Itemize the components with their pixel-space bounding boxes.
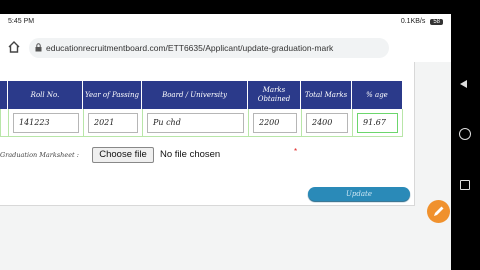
page-content: Roll No. Year of Passing Board / Univers…	[0, 62, 451, 270]
form-card: Roll No. Year of Passing Board / Univers…	[0, 62, 415, 206]
battery-indicator: 58	[430, 19, 443, 25]
board-university-input[interactable]: Pu chd	[147, 113, 244, 133]
table-cell: 2021	[83, 109, 142, 137]
status-right: 0.1KB/s 58	[401, 18, 443, 25]
marksheet-upload-row: Graduation Marksheet : Choose file No fi…	[0, 147, 400, 163]
edit-pencil-icon	[434, 206, 444, 216]
table-cell-cut	[0, 109, 8, 137]
header-percentage: % age	[352, 81, 403, 109]
table-cell: 141223	[8, 109, 83, 137]
home-icon[interactable]	[7, 40, 21, 54]
table-cell: 2400	[301, 109, 352, 137]
percentage-input[interactable]: 91.67	[357, 113, 398, 133]
header-cell-cut	[0, 81, 8, 109]
table-cell: 2200	[248, 109, 301, 137]
header-total-marks: Total Marks	[301, 81, 352, 109]
phone-screen: 5:45 PM 0.1KB/s 58 educationrecruitmentb…	[0, 0, 451, 270]
nav-home-icon[interactable]	[459, 128, 471, 140]
choose-file-button[interactable]: Choose file	[92, 147, 154, 163]
update-button[interactable]: Update	[308, 187, 410, 201]
url-text: educationrecruitmentboard.com/ETT6635/Ap…	[46, 43, 334, 53]
status-time: 5:45 PM	[8, 18, 35, 25]
table-cell: Pu chd	[142, 109, 248, 137]
marks-obtained-input[interactable]: 2200	[253, 113, 297, 133]
nav-recents-icon[interactable]	[460, 180, 470, 190]
header-board-university: Board / University	[142, 81, 248, 109]
header-year-of-passing: Year of Passing	[83, 81, 142, 109]
network-speed: 0.1KB/s	[400, 18, 426, 25]
total-marks-input[interactable]: 2400	[306, 113, 348, 133]
year-of-passing-input[interactable]: 2021	[88, 113, 138, 133]
marksheet-label: Graduation Marksheet :	[0, 151, 79, 159]
browser-toolbar: educationrecruitmentboard.com/ETT6635/Ap…	[0, 34, 451, 88]
header-roll-no: Roll No.	[8, 81, 83, 109]
file-status-text: No file chosen	[160, 149, 221, 160]
top-black-bar	[0, 0, 451, 14]
address-bar[interactable]: educationrecruitmentboard.com/ETT6635/Ap…	[29, 38, 389, 58]
status-bar: 5:45 PM 0.1KB/s 58	[0, 14, 451, 32]
required-marker: *	[294, 147, 298, 156]
roll-no-input[interactable]: 141223	[13, 113, 79, 133]
edit-fab[interactable]	[427, 200, 450, 223]
header-marks-obtained: Marks Obtained	[248, 81, 301, 109]
nav-back-icon[interactable]	[460, 80, 467, 88]
lock-icon	[35, 43, 42, 52]
table-cell: 91.67	[352, 109, 403, 137]
